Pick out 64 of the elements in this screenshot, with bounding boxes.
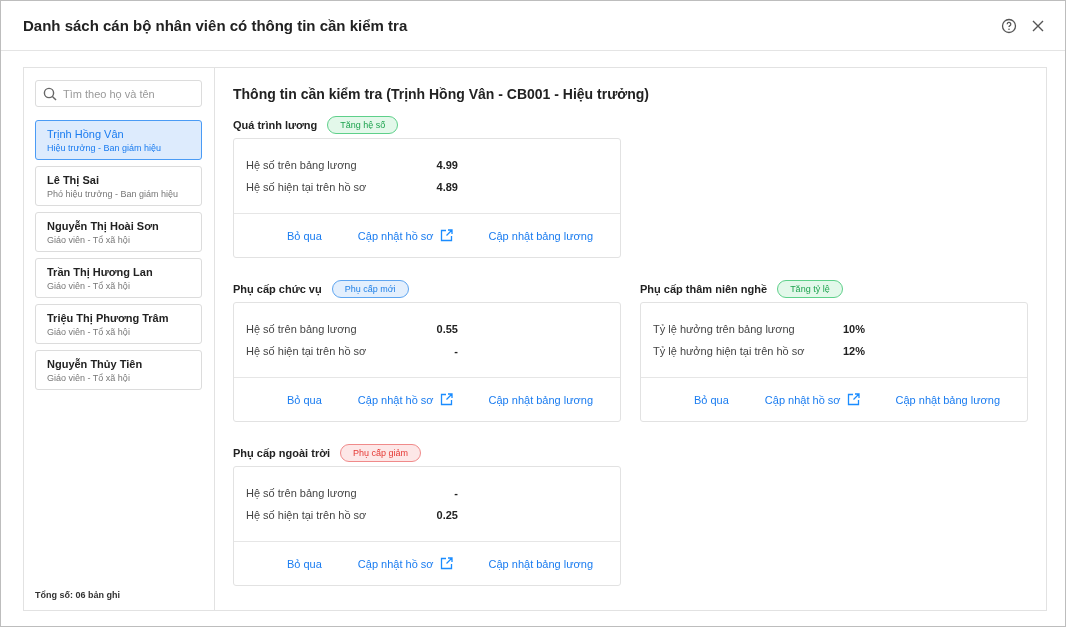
action-link[interactable]: Bỏ qua [693, 393, 729, 406]
employee-role: Phó hiệu trưởng - Ban giám hiệu [47, 188, 179, 199]
field-value: 4.89 [435, 181, 458, 193]
field-value: 4.99 [435, 159, 458, 171]
field-label: Hệ số trên bảng lương [246, 323, 358, 335]
employee-item[interactable]: Lê Thị Sai Phó hiệu trưởng - Ban giám hiệu [35, 166, 202, 206]
status-tag: Phụ cấp giảm [340, 444, 422, 462]
employee-name: Triệu Thị Phương Trâm [47, 311, 170, 324]
employee-item[interactable]: Trịnh Hồng Vân Hiệu trưởng - Ban giám hiệu [35, 120, 202, 160]
total-count: Tổng số: 06 bản ghi [35, 590, 121, 600]
external-link-icon [439, 557, 453, 570]
employee-role: Giáo viên - Tổ xã hội [47, 326, 131, 337]
employee-name: Trịnh Hồng Vân [47, 127, 125, 140]
dialog-title: Danh sách cán bộ nhân viên có thông tin cần kiểm tra [23, 17, 409, 34]
action-link[interactable]: Bỏ qua [286, 393, 322, 406]
employee-name: Nguyễn Thủy Tiên [47, 357, 144, 370]
action-link[interactable]: Bỏ qua [286, 229, 322, 242]
close-icon[interactable] [1031, 18, 1045, 33]
employee-role: Giáo viên - Tổ xã hội [47, 280, 131, 291]
action-link[interactable]: Cập nhật bảng lương [895, 393, 1001, 406]
action-link[interactable]: Cập nhật hồ sơ [764, 393, 860, 406]
status-tag: Tăng tỷ lệ [777, 280, 843, 298]
external-link-icon [439, 229, 453, 242]
status-tag: Tăng hệ số [327, 116, 399, 134]
action-link[interactable]: Cập nhật bảng lương [488, 557, 594, 570]
section-heading: Thông tin cần kiểm tra (Trịnh Hồng Vân - CB001 - Hiệu trưởng) [233, 86, 650, 102]
field-label: Tỷ lệ hưởng trên bảng lương [653, 323, 796, 335]
status-tag: Phụ cấp mới [331, 280, 409, 298]
field-label: Hệ số hiện tại trên hồ sơ [246, 345, 368, 357]
employee-item[interactable]: Triệu Thị Phương Trâm Giáo viên - Tổ xã hội [35, 304, 202, 344]
employee-name: Lê Thị Sai [47, 173, 100, 186]
search-field[interactable]: Tìm theo họ và tên [35, 80, 202, 107]
field-value: 0.55 [435, 323, 458, 335]
action-link[interactable]: Cập nhật hồ sơ [357, 393, 453, 406]
employee-item[interactable]: Trần Thị Hương Lan Giáo viên - Tổ xã hội [35, 258, 202, 298]
employee-role: Hiệu trưởng - Ban giám hiệu [47, 142, 162, 153]
action-link[interactable]: Cập nhật hồ sơ [357, 229, 453, 242]
field-value: 10% [841, 323, 865, 335]
section-title: Quá trình lương [233, 119, 318, 131]
employee-item[interactable]: Nguyễn Thị Hoài Sơn Giáo viên - Tổ xã hội [35, 212, 202, 252]
employee-item[interactable]: Nguyễn Thủy Tiên Giáo viên - Tổ xã hội [35, 350, 202, 390]
action-link[interactable]: Cập nhật bảng lương [488, 229, 594, 242]
field-value: 12% [841, 345, 865, 357]
action-link[interactable]: Cập nhật bảng lương [488, 393, 594, 406]
employee-role: Giáo viên - Tổ xã hội [47, 372, 131, 383]
action-link[interactable]: Cập nhật hồ sơ [357, 557, 453, 570]
section-title: Phụ cấp thâm niên nghề [640, 283, 768, 295]
section-title: Phụ cấp ngoài trời [233, 447, 331, 459]
action-link[interactable]: Bỏ qua [286, 557, 322, 570]
field-value: - [453, 345, 458, 357]
field-value: - [453, 487, 458, 499]
field-label: Hệ số trên bảng lương [246, 159, 358, 171]
field-label: Tỷ lệ hưởng hiện tại trên hồ sơ [653, 345, 806, 357]
field-label: Hệ số trên bảng lương [246, 487, 358, 499]
field-label: Hệ số hiện tại trên hồ sơ [246, 509, 368, 521]
field-label: Hệ số hiện tại trên hồ sơ [246, 181, 368, 193]
external-link-icon [439, 393, 453, 406]
field-value: 0.25 [435, 509, 458, 521]
help-icon[interactable] [1001, 17, 1017, 34]
section-title: Phụ cấp chức vụ [233, 283, 322, 295]
employee-name: Trần Thị Hương Lan [47, 265, 154, 278]
employee-role: Giáo viên - Tổ xã hội [47, 234, 131, 245]
external-link-icon [846, 393, 860, 406]
employee-name: Nguyễn Thị Hoài Sơn [47, 219, 160, 232]
